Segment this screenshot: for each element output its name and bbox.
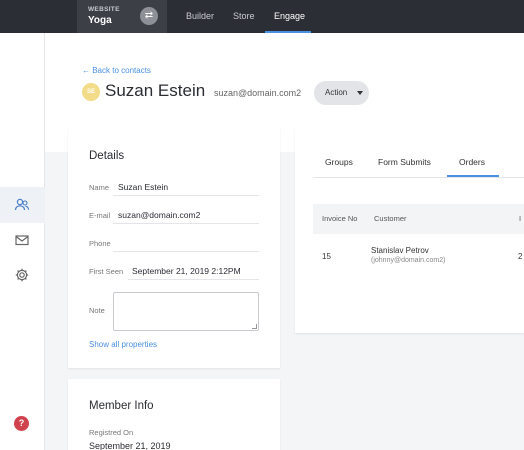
action-label: Action <box>325 88 348 97</box>
field-value-name[interactable]: Suzan Estein <box>118 182 168 192</box>
nav-builder[interactable]: Builder <box>186 0 214 33</box>
note-textarea[interactable] <box>113 292 259 331</box>
member-info-title: Member Info <box>89 400 154 412</box>
nav-engage[interactable]: Engage <box>274 0 305 33</box>
website-kicker: WEBSITE <box>88 6 120 13</box>
field-divider <box>113 223 259 224</box>
tabs-divider <box>313 177 524 178</box>
tab-orders[interactable]: Orders <box>459 157 485 167</box>
details-title: Details <box>89 150 125 162</box>
details-card <box>68 128 280 368</box>
field-divider <box>128 279 259 280</box>
mail-icon[interactable] <box>14 232 30 248</box>
show-all-properties-link[interactable]: Show all properties <box>89 340 157 349</box>
website-name: Yoga <box>88 15 112 26</box>
help-icon[interactable]: ? <box>14 416 29 431</box>
tab-groups[interactable]: Groups <box>325 157 353 167</box>
registered-label: Registred On <box>89 428 134 437</box>
column-invoice-no[interactable]: Invoice No <box>322 214 357 223</box>
tab-form-submits[interactable]: Form Submits <box>378 157 431 167</box>
member-info-card <box>68 379 280 450</box>
top-bar: WEBSITE Yoga ⇄ Builder Store Engage <box>0 0 524 33</box>
avatar: SE <box>82 83 100 101</box>
column-truncated[interactable]: I <box>519 214 521 223</box>
contact-name: Suzan Estein <box>105 81 206 100</box>
nav-store[interactable]: Store <box>233 0 255 33</box>
field-label-phone: Phone <box>89 239 111 248</box>
customer-email: (johnny@domain.com2) <box>371 257 446 264</box>
field-value-email[interactable]: suzan@domain.com2 <box>118 210 200 220</box>
swap-icon[interactable]: ⇄ <box>140 7 158 25</box>
field-label-note: Note <box>89 306 105 315</box>
field-value-first-seen: September 21, 2019 2:12PM <box>132 266 241 276</box>
resize-handle-icon[interactable] <box>252 324 257 329</box>
contact-email: suzan@domain.com2 <box>214 88 302 98</box>
settings-icon[interactable] <box>14 267 30 283</box>
chevron-down-icon <box>357 91 363 95</box>
contacts-icon[interactable] <box>14 197 30 213</box>
row-truncated-cell: 2 <box>518 252 523 261</box>
website-switcher[interactable]: WEBSITE Yoga ⇄ <box>77 0 167 33</box>
field-divider <box>113 251 259 252</box>
invoice-number: 15 <box>322 252 331 261</box>
column-customer[interactable]: Customer <box>374 214 407 223</box>
registered-value: September 21, 2019 <box>89 441 171 450</box>
field-label-email: E-mail <box>89 211 111 220</box>
field-divider <box>113 195 259 196</box>
customer-name: Stanislav Petrov <box>371 246 429 255</box>
field-label-first-seen: First Seen <box>89 267 124 276</box>
back-to-contacts-link[interactable]: ← Back to contacts <box>82 66 151 75</box>
action-button[interactable]: Action <box>314 81 369 105</box>
field-label-name: Name <box>89 183 110 192</box>
